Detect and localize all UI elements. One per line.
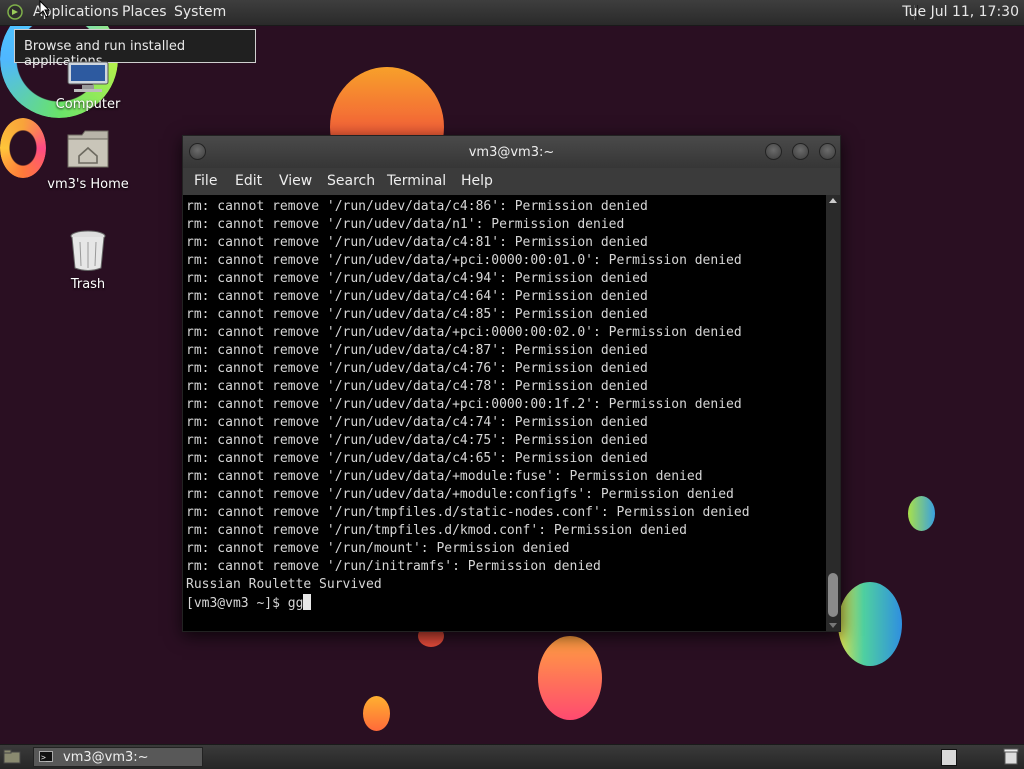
computer-icon bbox=[67, 61, 109, 92]
terminal-window: vm3@vm3:~ File Edit View Search Terminal… bbox=[182, 135, 841, 632]
taskbar-window-label: vm3@vm3:~ bbox=[63, 750, 149, 765]
terminal-input[interactable]: gg bbox=[288, 596, 304, 611]
scroll-down-arrow-icon[interactable] bbox=[829, 623, 837, 628]
terminal-prompt: [vm3@vm3 ~]$ bbox=[186, 596, 288, 611]
terminal-line: rm: cannot remove '/run/udev/data/c4:76'… bbox=[186, 361, 648, 376]
wallpaper-large-blue-shape bbox=[838, 582, 902, 666]
terminal-line: rm: cannot remove '/run/mount': Permissi… bbox=[186, 541, 570, 556]
desktop-icon-home[interactable]: vm3's Home bbox=[42, 129, 134, 193]
trash-applet-icon[interactable] bbox=[1003, 748, 1019, 765]
taskbar-window-button[interactable]: >_ vm3@vm3:~ bbox=[33, 747, 203, 767]
terminal-line: rm: cannot remove '/run/udev/data/c4:75'… bbox=[186, 433, 648, 448]
terminal-line: rm: cannot remove '/run/udev/data/c4:78'… bbox=[186, 379, 648, 394]
window-titlebar[interactable]: vm3@vm3:~ bbox=[183, 136, 840, 168]
terminal-line: rm: cannot remove '/run/udev/data/c4:94'… bbox=[186, 271, 648, 286]
menu-edit[interactable]: Edit bbox=[235, 173, 262, 189]
clock[interactable]: Tue Jul 11, 17:30 bbox=[902, 4, 1019, 20]
terminal-output[interactable]: rm: cannot remove '/run/udev/data/c4:86'… bbox=[183, 195, 826, 631]
wallpaper-orange-small-shape bbox=[363, 696, 390, 731]
desktop-icon-label: vm3's Home bbox=[47, 177, 129, 192]
terminal-line: rm: cannot remove '/run/udev/data/c4:65'… bbox=[186, 451, 648, 466]
terminal-line: rm: cannot remove '/run/udev/data/c4:85'… bbox=[186, 307, 648, 322]
terminal-line: rm: cannot remove '/run/udev/data/+modul… bbox=[186, 487, 734, 502]
desktop-icon-computer[interactable]: Computer bbox=[48, 60, 128, 114]
terminal-line: rm: cannot remove '/run/udev/data/c4:64'… bbox=[186, 289, 648, 304]
terminal-text: rm: cannot remove '/run/udev/data/c4:86'… bbox=[186, 198, 750, 613]
mate-logo-icon[interactable] bbox=[7, 4, 23, 20]
top-panel: Applications Places System Tue Jul 11, 1… bbox=[0, 0, 1024, 26]
minimize-button[interactable] bbox=[765, 143, 782, 160]
terminal-icon: >_ bbox=[39, 751, 53, 762]
terminal-line: rm: cannot remove '/run/udev/data/c4:86'… bbox=[186, 199, 648, 214]
menu-system[interactable]: System bbox=[174, 4, 226, 20]
maximize-button[interactable] bbox=[792, 143, 809, 160]
mouse-pointer-icon bbox=[39, 0, 51, 18]
menu-search[interactable]: Search bbox=[327, 173, 375, 189]
terminal-line: rm: cannot remove '/run/tmpfiles.d/kmod.… bbox=[186, 523, 687, 538]
menu-file[interactable]: File bbox=[194, 173, 217, 189]
tooltip: Browse and run installed applications bbox=[14, 29, 256, 69]
terminal-line: rm: cannot remove '/run/udev/data/+modul… bbox=[186, 469, 703, 484]
scroll-up-arrow-icon[interactable] bbox=[829, 198, 837, 203]
desktop-icon-label: Trash bbox=[70, 277, 106, 292]
bottom-panel: >_ vm3@vm3:~ bbox=[0, 744, 1024, 769]
workspace-switcher[interactable] bbox=[941, 749, 957, 766]
terminal-line: rm: cannot remove '/run/udev/data/+pci:0… bbox=[186, 253, 742, 268]
text-cursor bbox=[303, 594, 312, 610]
wallpaper-small-ring bbox=[0, 118, 46, 178]
menu-help[interactable]: Help bbox=[461, 173, 493, 189]
terminal-line: rm: cannot remove '/run/initramfs': Perm… bbox=[186, 559, 601, 574]
terminal-line: rm: cannot remove '/run/udev/data/+pci:0… bbox=[186, 397, 742, 412]
close-button[interactable] bbox=[819, 143, 836, 160]
terminal-line: Russian Roulette Survived bbox=[186, 577, 382, 592]
terminal-scrollbar[interactable] bbox=[826, 195, 840, 631]
terminal-line: rm: cannot remove '/run/udev/data/+pci:0… bbox=[186, 325, 742, 340]
terminal-line: rm: cannot remove '/run/udev/data/c4:87'… bbox=[186, 343, 648, 358]
scrollbar-thumb[interactable] bbox=[828, 573, 838, 617]
terminal-line: rm: cannot remove '/run/tmpfiles.d/stati… bbox=[186, 505, 750, 520]
menu-view[interactable]: View bbox=[279, 173, 312, 189]
home-folder-icon bbox=[67, 130, 109, 168]
wallpaper-small-blue-shape bbox=[908, 496, 935, 531]
terminal-line: rm: cannot remove '/run/udev/data/n1': P… bbox=[186, 217, 625, 232]
terminal-line: rm: cannot remove '/run/udev/data/c4:74'… bbox=[186, 415, 648, 430]
window-title: vm3@vm3:~ bbox=[468, 145, 555, 160]
desktop-icon-trash[interactable]: Trash bbox=[48, 230, 128, 292]
trash-icon bbox=[70, 230, 106, 271]
desktop-icon-label: Computer bbox=[55, 97, 121, 112]
wallpaper-orange-mid-shape bbox=[538, 636, 602, 720]
menu-places[interactable]: Places bbox=[122, 4, 167, 20]
terminal-line: rm: cannot remove '/run/udev/data/c4:81'… bbox=[186, 235, 648, 250]
show-desktop-icon[interactable] bbox=[3, 749, 21, 764]
menu-terminal[interactable]: Terminal bbox=[387, 173, 446, 189]
terminal-menubar: File Edit View Search Terminal Help bbox=[183, 168, 840, 195]
